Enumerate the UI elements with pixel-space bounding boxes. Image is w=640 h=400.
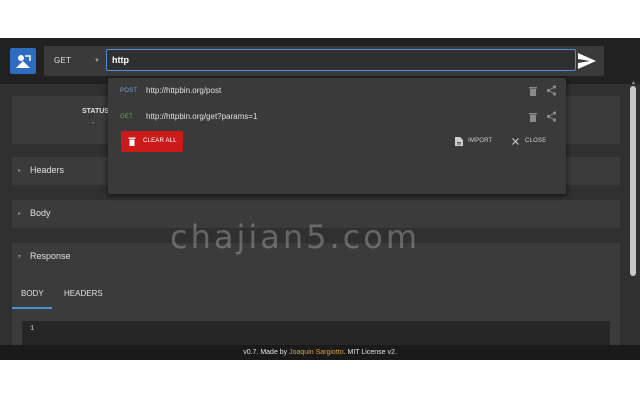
history-method: GET <box>120 114 133 120</box>
response-panel: ▾ Response BODY HEADERS 1 <box>12 243 620 360</box>
status-label: STATUS <box>82 108 109 115</box>
history-item[interactable]: GET http://httpbin.org/get?params=1 <box>108 104 566 130</box>
clear-all-label: CLEAR ALL <box>143 138 177 144</box>
clear-all-button[interactable]: CLEAR ALL <box>121 131 183 152</box>
trash-icon <box>128 137 136 146</box>
close-icon <box>512 138 519 145</box>
tab-headers[interactable]: HEADERS <box>64 283 103 305</box>
url-input[interactable] <box>106 49 576 71</box>
send-icon <box>578 53 596 69</box>
history-method: POST <box>120 88 138 94</box>
footer: v0.7. Made by Joaquin Sargiotto. MIT Lic… <box>0 345 640 360</box>
response-panel-title: Response <box>30 251 71 261</box>
tab-body[interactable]: BODY <box>21 283 44 305</box>
app-window: GET ▼ STATUS - ▸ Headers ▸ Body ▾ Respon… <box>0 38 640 360</box>
footer-prefix: v0.7. Made by <box>243 349 290 356</box>
import-label: IMPORT <box>468 138 493 144</box>
history-item[interactable]: POST http://httpbin.org/post <box>108 78 566 104</box>
chevron-down-icon[interactable]: ▼ <box>94 46 100 76</box>
history-dropdown: POST http://httpbin.org/post GET http://… <box>108 78 566 194</box>
chevron-down-icon[interactable]: ▾ <box>18 253 21 260</box>
watermark: chajian5.com <box>170 218 421 256</box>
method-select[interactable]: GET <box>54 46 71 76</box>
scrollbar[interactable] <box>630 86 636 276</box>
author-link[interactable]: Joaquin Sargiotto <box>289 349 343 356</box>
request-toolbar: GET ▼ <box>44 46 604 76</box>
send-button[interactable] <box>576 50 598 72</box>
headers-panel-title: Headers <box>30 165 65 175</box>
share-icon[interactable] <box>546 111 557 122</box>
share-icon[interactable] <box>546 85 557 96</box>
trash-icon[interactable] <box>528 112 538 122</box>
close-button[interactable]: CLOSE <box>510 131 555 152</box>
body-panel-title: Body <box>30 208 51 218</box>
file-icon <box>455 137 463 146</box>
app-logo <box>10 48 36 74</box>
line-number: 1 <box>30 325 35 333</box>
logo-icon <box>16 55 31 68</box>
response-tabs: BODY HEADERS <box>12 283 620 309</box>
footer-suffix: . MIT License v2. <box>343 349 397 356</box>
history-url: http://httpbin.org/post <box>146 86 222 95</box>
trash-icon[interactable] <box>528 86 538 96</box>
chevron-right-icon: ▸ <box>18 168 22 174</box>
close-label: CLOSE <box>525 138 547 144</box>
active-tab-indicator <box>12 307 52 309</box>
history-url: http://httpbin.org/get?params=1 <box>146 112 258 121</box>
status-value: - <box>92 120 95 127</box>
chevron-right-icon: ▸ <box>18 211 22 217</box>
import-button[interactable]: IMPORT <box>453 131 498 152</box>
